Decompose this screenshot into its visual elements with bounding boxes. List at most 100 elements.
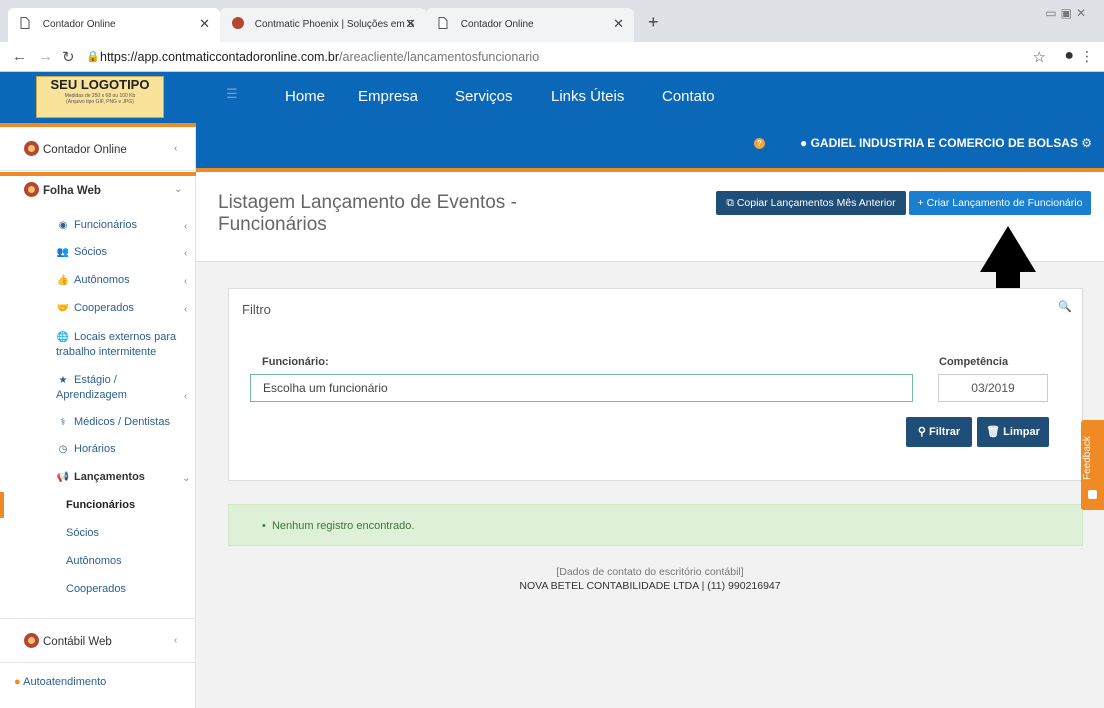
- nav-servicos[interactable]: Serviços: [455, 88, 513, 105]
- chevron-left-icon: ‹: [184, 391, 188, 402]
- feedback-label: Feedback: [1082, 436, 1093, 480]
- contabil-logo-icon: [24, 633, 39, 648]
- browser-tab-contmatic[interactable]: Contmatic Phoenix | Soluções em S ✕: [220, 8, 426, 42]
- nav-contato[interactable]: Contato: [662, 88, 715, 105]
- logo-title: SEU LOGOTIPO: [50, 77, 150, 92]
- chevron-left-icon: ‹: [174, 635, 178, 646]
- company-name: GADIEL INDUSTRIA E COMERCIO DE BOLSAS: [810, 136, 1078, 150]
- logo-subtitle-2: (Arquivo tipo GIF, PNG e JPG): [66, 99, 134, 105]
- sidebar-item-locais-externos[interactable]: 🌐 Locais externos para trabalho intermite…: [56, 330, 186, 359]
- nav-empresa[interactable]: Empresa: [358, 88, 418, 105]
- sidebar-section-folha-web[interactable]: Folha Web: [24, 182, 101, 197]
- trash-icon: 🗑: [986, 426, 1004, 438]
- megaphone-icon: 📢: [56, 472, 70, 483]
- handshake-icon: 🤝: [56, 303, 70, 314]
- create-launch-button[interactable]: + Criar Lançamento de Funcionário: [909, 191, 1091, 215]
- employee-select[interactable]: Escolha um funcionário: [250, 374, 913, 402]
- sidebar-sub-autonomos[interactable]: Autônomos: [66, 555, 122, 567]
- filter-button[interactable]: ⚲ Filtrar: [906, 417, 972, 447]
- tab-label: Contador Online: [42, 19, 116, 30]
- folha-logo-icon: [24, 182, 39, 197]
- sidebar-item-autoatendimento[interactable]: ● Autoatendimento: [14, 676, 106, 688]
- url-path: /areacliente/lancamentosfuncionario: [339, 50, 540, 64]
- sidebar-section-contabil-web[interactable]: Contábil Web: [24, 633, 112, 648]
- competencia-label: Competência: [939, 356, 1009, 368]
- sidebar-item-autonomos[interactable]: 👍 Autônomos: [56, 274, 130, 286]
- star-icon: ★: [58, 375, 68, 386]
- employee-label: Funcionário:: [262, 356, 329, 368]
- filter-title: Filtro: [242, 302, 271, 317]
- sidebar-sub-cooperados[interactable]: Cooperados: [66, 583, 126, 595]
- clock-icon: ◷: [58, 444, 68, 455]
- nav-home[interactable]: Home: [285, 88, 325, 105]
- close-tab-icon[interactable]: ✕: [199, 16, 210, 32]
- user-circle-icon: ◉: [58, 220, 68, 231]
- search-icon: ⚲: [917, 426, 929, 438]
- tab-label: Contador Online: [460, 19, 534, 30]
- chevron-left-icon: ‹: [184, 276, 188, 287]
- chevron-down-icon: ⌄: [182, 473, 191, 484]
- url-field[interactable]: https://app.contmaticcontadoronline.com.…: [100, 50, 539, 64]
- question-icon: ●: [14, 676, 21, 688]
- browser-tab-contador-online-2[interactable]: Contador Online ✕: [426, 8, 634, 42]
- sidebar-sub-socios[interactable]: Sócios: [66, 527, 99, 539]
- footer-contact-heading: [Dados de contato do escritório contábil…: [556, 566, 744, 578]
- sidebar-item-socios[interactable]: 👥 Sócios: [56, 246, 107, 258]
- browser-tab-contador-online[interactable]: Contador Online ✕: [8, 8, 220, 42]
- section-divider: [0, 662, 196, 663]
- chevron-left-icon: ‹: [174, 143, 178, 154]
- chevron-left-icon: ‹: [184, 248, 188, 259]
- contador-logo-icon: [24, 141, 39, 156]
- active-item-marker: [0, 492, 4, 518]
- url-host: https://app.contmaticcontadoronline.com.…: [100, 50, 340, 64]
- sidebar-item-estagio[interactable]: ★ Estágio / Aprendizagem: [56, 373, 176, 402]
- help-icon[interactable]: ?: [754, 138, 765, 149]
- lock-icon[interactable]: 🔒: [86, 50, 100, 63]
- sidebar-section-contador-online[interactable]: Contador Online ‹: [0, 127, 196, 171]
- user-icon: ●: [800, 136, 811, 150]
- plus-icon: +: [917, 197, 927, 209]
- browser-menu-icon[interactable]: ⋮: [1080, 48, 1094, 65]
- browser-tab-bar: Contador Online ✕ Contmatic Phoenix | So…: [0, 0, 1104, 42]
- back-icon[interactable]: ←: [12, 48, 27, 65]
- sidebar-item-funcionarios[interactable]: ◉ Funcionários: [56, 219, 137, 231]
- window-controls-icon[interactable]: ▭▣✕: [1045, 6, 1090, 20]
- sidebar-section-label: Contador Online: [24, 141, 127, 156]
- close-tab-icon[interactable]: ✕: [405, 16, 416, 32]
- forward-icon[interactable]: →: [38, 48, 53, 65]
- footer-contact-info: NOVA BETEL CONTABILIDADE LTDA | (11) 990…: [519, 580, 781, 592]
- sidebar-item-cooperados[interactable]: 🤝 Cooperados: [56, 302, 134, 314]
- clear-button[interactable]: 🗑 Limpar: [977, 417, 1049, 447]
- no-records-message: • Nenhum registro encontrado.: [262, 520, 415, 532]
- chevron-left-icon: ‹: [184, 221, 188, 232]
- page-title: Listagem Lançamento de Eventos - Funcion…: [218, 192, 517, 235]
- gear-icon: ⚙: [1077, 136, 1093, 150]
- page-icon: [20, 17, 32, 29]
- competencia-input[interactable]: 03/2019: [938, 374, 1048, 402]
- close-tab-icon[interactable]: ✕: [613, 16, 624, 32]
- hamburger-menu-icon[interactable]: ☰: [226, 86, 238, 102]
- nav-links-uteis[interactable]: Links Úteis: [551, 88, 624, 105]
- company-logo: SEU LOGOTIPO Medidas de 250 x 68 ou 100 …: [36, 76, 164, 118]
- company-menu[interactable]: ● GADIEL INDUSTRIA E COMERCIO DE BOLSAS …: [800, 136, 1092, 150]
- page-icon: [438, 17, 450, 29]
- users-plus-icon: 👥: [56, 247, 70, 258]
- sidebar-item-medicos[interactable]: ⚕ Médicos / Dentistas: [56, 416, 170, 428]
- sidebar-item-horarios[interactable]: ◷ Horários: [56, 443, 116, 455]
- new-tab-icon[interactable]: +: [648, 12, 659, 33]
- medic-icon: ⚕: [60, 417, 66, 428]
- section-divider: [0, 172, 196, 176]
- section-divider: [0, 618, 196, 619]
- address-bar: ← → ↻ 🔒 https://app.contmaticcontadoronl…: [0, 42, 1104, 72]
- contmatic-favicon-icon: [232, 17, 244, 29]
- copy-launches-button[interactable]: ⧉ Copiar Lançamentos Mês Anterior: [716, 191, 906, 215]
- thumbs-up-icon: 👍: [56, 275, 70, 286]
- sidebar-item-lancamentos[interactable]: 📢 Lançamentos: [56, 471, 145, 483]
- search-icon[interactable]: 🔍: [1058, 300, 1072, 313]
- chat-icon: [1088, 490, 1097, 499]
- chevron-down-icon: ⌄: [174, 184, 183, 195]
- profile-icon[interactable]: ●: [1064, 47, 1074, 65]
- sidebar-sub-funcionarios[interactable]: Funcionários: [66, 499, 135, 511]
- bookmark-star-icon[interactable]: ☆: [1033, 48, 1046, 66]
- reload-icon[interactable]: ↻: [62, 48, 75, 66]
